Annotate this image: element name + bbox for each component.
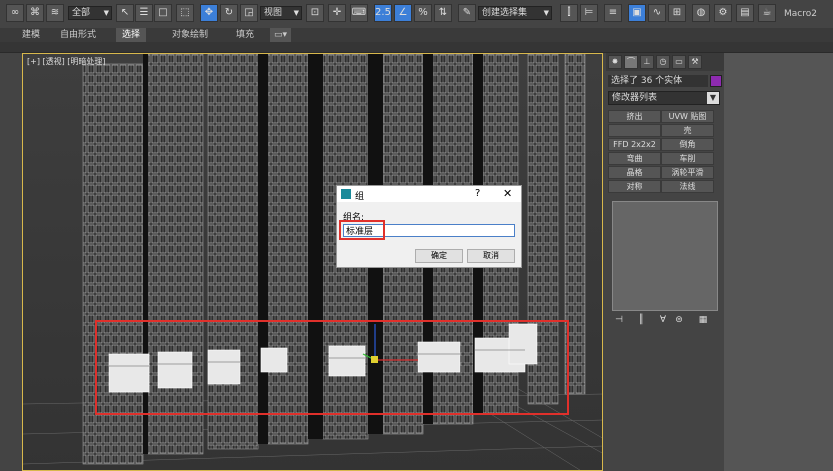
scene-explorer-icon[interactable]: ▣ [628, 4, 646, 22]
modifier-bend-button[interactable]: 弯曲 [608, 152, 661, 165]
cancel-button[interactable]: 取消 [467, 249, 515, 263]
utilities-tab-icon[interactable]: ⚒ [688, 55, 702, 69]
edit-named-selection-icon[interactable]: ✎ [458, 4, 476, 22]
modifier-symmetry-button[interactable]: 对称 [608, 180, 661, 193]
rect-selection-icon[interactable]: □ [154, 4, 172, 22]
select-manipulate-icon[interactable]: ✛ [328, 4, 346, 22]
make-unique-icon[interactable]: ∀ [656, 314, 670, 327]
help-icon[interactable]: ? [475, 188, 480, 199]
material-editor-icon[interactable]: ◍ [692, 4, 710, 22]
dialog-title: 组 [355, 192, 365, 202]
modifier-list-dropdown[interactable]: 修改器列表 ▼ [608, 91, 720, 105]
selection-filter-select[interactable]: 全部 ▼ [68, 6, 112, 20]
modifier-ffd-button[interactable]: FFD 2x2x2 [608, 138, 661, 151]
window-crossing-icon[interactable]: ⬚ [176, 4, 194, 22]
main-toolbar: ∞ ⌘ ≋ 全部 ▼ ↖ ☰ □ ⬚ ✥ ↻ ◲ 视图 ▼ ⊡ ✛ ⌨ 2.5 ∠ … [0, 0, 833, 29]
stack-tools-row: ⊣ ║ ∀ ⊜ ▦ [608, 313, 722, 329]
modifier-stack-list[interactable] [612, 201, 718, 311]
ribbon-options-icon[interactable]: ▭▾ [270, 28, 292, 42]
pin-stack-icon[interactable]: ⊣ [612, 314, 626, 327]
tab-populate[interactable]: 填充 [236, 28, 254, 42]
right-side-area [724, 53, 833, 471]
ribbon-collapsed-strip [0, 42, 833, 53]
select-object-icon[interactable]: ↖ [116, 4, 134, 22]
selection-status-field[interactable]: 选择了 36 个实体 [608, 75, 708, 87]
motion-tab-icon[interactable]: ◷ [656, 55, 670, 69]
hierarchy-tab-icon[interactable]: ⊥ [640, 55, 654, 69]
pivot-center-icon[interactable]: ⊡ [306, 4, 324, 22]
modifier-chamfer-button[interactable]: 倒角 [661, 138, 714, 151]
viewport-left-bar [0, 53, 22, 471]
link-icon[interactable]: ∞ [6, 4, 24, 22]
spinner-snap-icon[interactable]: ⇅ [434, 4, 452, 22]
object-color-swatch[interactable] [710, 75, 722, 87]
show-end-result-icon[interactable]: ║ [634, 314, 648, 327]
app-icon [341, 189, 351, 199]
rendered-frame-icon[interactable]: ▤ [736, 4, 754, 22]
dialog-title-bar: 组 ? ✕ [337, 186, 521, 202]
modifier-lathe-button[interactable]: 车削 [661, 152, 714, 165]
curve-editor-icon[interactable]: ∿ [648, 4, 666, 22]
macro-label: Macro2 [784, 9, 817, 19]
keyboard-shortcut-icon[interactable]: ⌨ [350, 4, 368, 22]
modifier-turbosmooth-button[interactable]: 涡轮平滑 [661, 166, 714, 179]
tab-object-paint[interactable]: 对象绘制 [172, 28, 208, 42]
render-teapot-icon[interactable]: ☕ [758, 4, 776, 22]
close-icon[interactable]: ✕ [503, 187, 512, 200]
select-scale-icon[interactable]: ◲ [240, 4, 258, 22]
unlink-icon[interactable]: ⌘ [26, 4, 44, 22]
modifier-extrude-button[interactable]: 挤出 [608, 110, 661, 123]
modifier-normal-button[interactable]: 法线 [661, 180, 714, 193]
named-selection-set-select[interactable]: 创建选择集 ▼ [478, 6, 552, 20]
angle-snap-icon[interactable]: ∠ [394, 4, 412, 22]
input-highlight-box [339, 220, 385, 240]
modify-tab-icon[interactable]: ⌒ [624, 55, 638, 69]
schematic-view-icon[interactable]: ⊞ [668, 4, 686, 22]
tab-selection[interactable]: 选择 [116, 28, 147, 42]
command-panel-tabs: ✸ ⌒ ⊥ ◷ ▭ ⚒ [606, 53, 724, 71]
ribbon-tabs: 建模 自由形式 选择 对象绘制 填充 ▭▾ [0, 28, 833, 43]
bind-spacewarp-icon[interactable]: ≋ [46, 4, 64, 22]
tab-freeform[interactable]: 自由形式 [60, 28, 96, 42]
snap-toggle-icon[interactable]: 2.5 [374, 4, 392, 22]
align-icon[interactable]: ⊨ [580, 4, 598, 22]
percent-snap-icon[interactable]: % [414, 4, 432, 22]
remove-modifier-icon[interactable]: ⊜ [672, 314, 686, 327]
reference-coordinate-select[interactable]: 视图 ▼ [260, 6, 302, 20]
select-rotate-icon[interactable]: ↻ [220, 4, 238, 22]
command-panel: ✸ ⌒ ⊥ ◷ ▭ ⚒ 选择了 36 个实体 修改器列表 ▼ 挤出 UVW 贴图 … [606, 53, 724, 471]
tab-modeling[interactable]: 建模 [22, 28, 40, 42]
selection-highlight-box [95, 320, 569, 415]
select-by-name-icon[interactable]: ☰ [135, 4, 153, 22]
configure-modifier-sets-icon[interactable]: ▦ [696, 314, 710, 327]
ok-button[interactable]: 确定 [415, 249, 463, 263]
layer-manager-icon[interactable]: ≡ [604, 4, 622, 22]
render-setup-icon[interactable]: ⚙ [714, 4, 732, 22]
modifier-lattice-button[interactable]: 晶格 [608, 166, 661, 179]
group-dialog: 组 ? ✕ 组名: 确定 取消 [336, 185, 522, 268]
modifier-uvw-map-button[interactable]: UVW 贴图 [661, 110, 714, 123]
select-move-icon[interactable]: ✥ [200, 4, 218, 22]
mirror-icon[interactable]: ⫿ [560, 4, 578, 22]
viewport-label[interactable]: [+] [透视] [明暗处理] [27, 56, 106, 67]
modifier-shell-button[interactable]: 壳 [661, 124, 714, 137]
create-tab-icon[interactable]: ✸ [608, 55, 622, 69]
modifier-empty-button[interactable] [608, 124, 661, 137]
display-tab-icon[interactable]: ▭ [672, 55, 686, 69]
